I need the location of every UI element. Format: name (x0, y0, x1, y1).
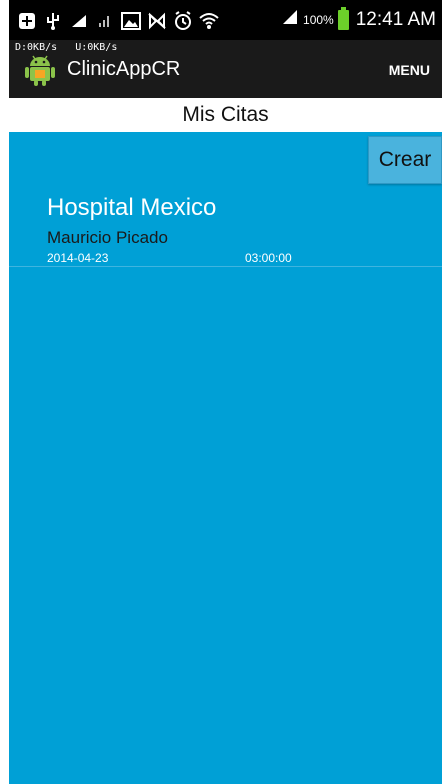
battery-icon (337, 6, 349, 30)
net-speed: D:0KB/s U:0KB/s (15, 42, 118, 53)
plus-square-icon (17, 11, 37, 31)
page-title: Mis Citas (182, 103, 269, 126)
create-appointment-button[interactable]: Crear (368, 136, 442, 184)
app-screen: 100% 12:41 AM D:0KB/s U:0KB/s ClinicAppC… (9, 0, 442, 784)
notification-icons (17, 10, 219, 32)
cleaner-icon (69, 11, 89, 31)
appointment-doctor: Mauricio Picado (47, 228, 168, 247)
usb-icon (43, 11, 63, 31)
page-header: Mis Citas (9, 98, 442, 132)
status-bar: 100% 12:41 AM (9, 0, 442, 40)
cell-signal-icon (281, 8, 299, 31)
appointment-list-item[interactable]: Hospital Mexico Mauricio Picado 2014-04-… (9, 190, 442, 267)
image-icon (121, 11, 141, 31)
clock: 12:41 AM (355, 8, 436, 30)
android-logo-icon (25, 54, 55, 86)
app-title: ClinicAppCR (67, 58, 181, 80)
status-right: 100% 12:41 AM (281, 6, 436, 31)
appointment-hospital: Hospital Mexico (47, 194, 217, 221)
signal-bars-icon (95, 11, 115, 31)
alarm-icon (173, 11, 193, 31)
appointment-time: 03:00:00 (245, 251, 292, 265)
menu-button[interactable]: MENU (389, 62, 430, 78)
battery-percent: 100% (303, 12, 334, 27)
appointments-list-area: Crear Hospital Mexico Mauricio Picado 20… (9, 132, 442, 784)
appointment-date: 2014-04-23 (47, 251, 109, 265)
wifi-icon (199, 11, 219, 31)
nfc-off-icon (147, 11, 167, 31)
action-bar: D:0KB/s U:0KB/s ClinicAppCR MENU (9, 40, 442, 98)
